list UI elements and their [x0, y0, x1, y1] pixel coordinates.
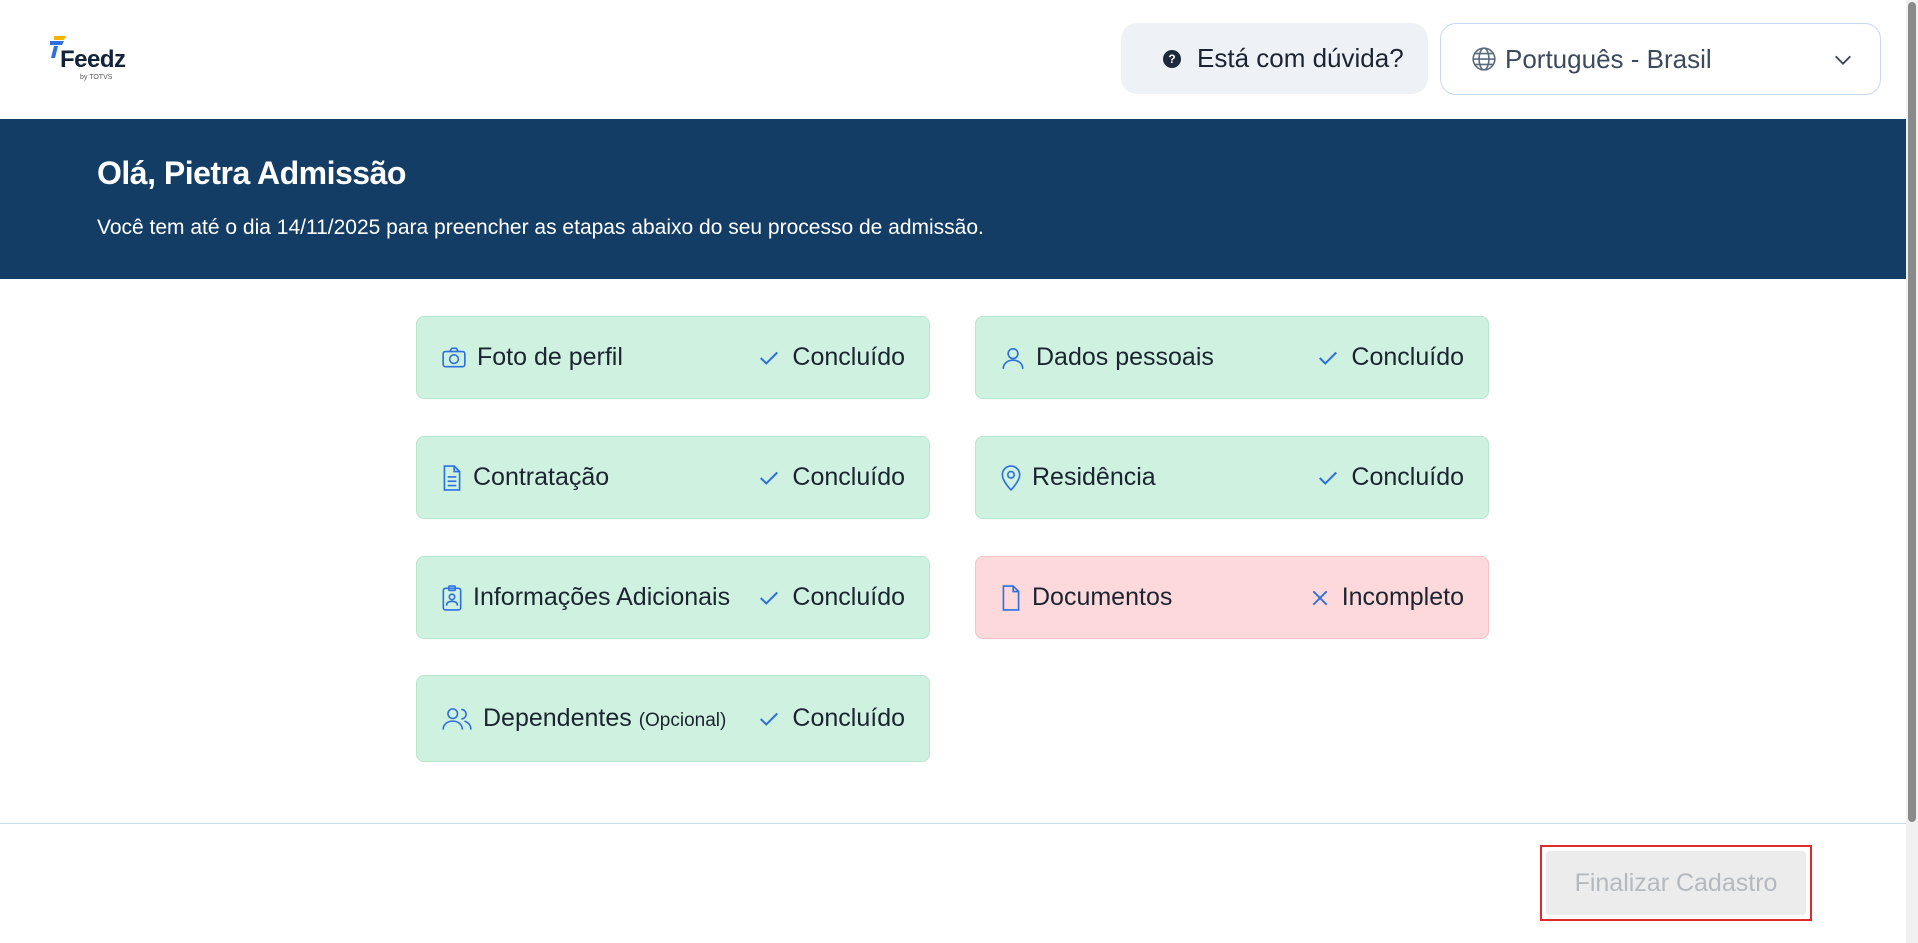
check-icon	[758, 587, 780, 609]
finish-registration-button[interactable]: Finalizar Cadastro	[1546, 851, 1806, 915]
step-title-text: Dependentes	[483, 704, 632, 732]
step-status: Concluído	[758, 343, 905, 372]
welcome-banner: Olá, Pietra Admissão Você tem até o dia …	[0, 119, 1906, 279]
step-status: Concluído	[1317, 463, 1464, 492]
check-icon	[758, 708, 780, 730]
step-card-dados-pessoais[interactable]: Dados pessoais Concluído	[975, 316, 1489, 399]
step-status: Concluído	[1317, 343, 1464, 372]
check-icon	[1317, 467, 1339, 489]
help-button-label: Está com dúvida?	[1197, 43, 1404, 73]
step-card-contratacao[interactable]: Contratação Concluído	[416, 436, 930, 519]
globe-icon	[1471, 46, 1497, 72]
step-status: Incompleto	[1310, 583, 1464, 612]
step-status-label: Concluído	[1351, 463, 1464, 491]
badge-icon	[441, 584, 463, 611]
step-card-informacoes-adicionais[interactable]: Informações Adicionais Concluído	[416, 556, 930, 639]
file-icon	[1000, 584, 1022, 611]
step-title: Contratação	[473, 463, 610, 491]
logo-text: Feedz	[60, 46, 126, 73]
step-status: Concluído	[758, 463, 905, 492]
step-card-foto-de-perfil[interactable]: Foto de perfil Concluído	[416, 316, 930, 399]
users-icon	[441, 706, 473, 732]
step-card-dependentes[interactable]: Dependentes (Opcional) Concluído	[416, 675, 930, 762]
check-icon	[758, 467, 780, 489]
language-select-label: Português - Brasil	[1505, 43, 1712, 74]
step-title: Dependentes (Opcional)	[483, 704, 758, 733]
close-icon	[1310, 588, 1330, 608]
top-header: Feedz by TOTVS ? Está com dúvida? Portug…	[0, 0, 1906, 119]
step-status: Concluído	[758, 583, 905, 612]
user-icon	[1000, 345, 1026, 371]
optional-label: (Opcional)	[638, 710, 727, 731]
question-circle-icon: ?	[1163, 49, 1181, 68]
scrollbar[interactable]	[1906, 0, 1918, 943]
step-status-label: Concluído	[792, 343, 905, 371]
step-status-label: Incompleto	[1341, 583, 1464, 611]
check-icon	[1317, 347, 1339, 369]
logo-subtext: by TOTVS	[80, 74, 113, 81]
step-card-documentos[interactable]: Documentos Incompleto	[975, 556, 1489, 639]
deadline-text: Você tem até o dia 14/11/2025 para preen…	[97, 216, 984, 239]
map-pin-icon	[1000, 464, 1022, 491]
step-title: Documentos	[1032, 583, 1173, 611]
step-status-label: Concluído	[792, 583, 905, 611]
document-icon	[441, 464, 463, 491]
step-title: Informações Adicionais	[473, 583, 731, 611]
step-status-label: Concluído	[792, 463, 905, 491]
chevron-down-icon	[1832, 49, 1854, 76]
greeting-title: Olá, Pietra Admissão	[97, 155, 406, 191]
step-status-label: Concluído	[1351, 343, 1464, 371]
help-button[interactable]: ? Está com dúvida?	[1121, 23, 1428, 94]
scrollbar-thumb[interactable]	[1908, 2, 1916, 822]
step-title: Dados pessoais	[1036, 343, 1214, 371]
finish-highlight: Finalizar Cadastro	[1540, 845, 1812, 921]
language-select[interactable]: Português - Brasil	[1440, 23, 1881, 95]
step-status: Concluído	[758, 704, 905, 733]
step-status-label: Concluído	[792, 704, 905, 732]
footer-divider	[0, 823, 1906, 824]
feedz-logo[interactable]: Feedz by TOTVS	[48, 34, 128, 84]
check-icon	[758, 347, 780, 369]
step-title: Residência	[1032, 463, 1156, 491]
step-title: Foto de perfil	[477, 343, 623, 371]
step-card-residencia[interactable]: Residência Concluído	[975, 436, 1489, 519]
camera-icon	[441, 345, 467, 371]
